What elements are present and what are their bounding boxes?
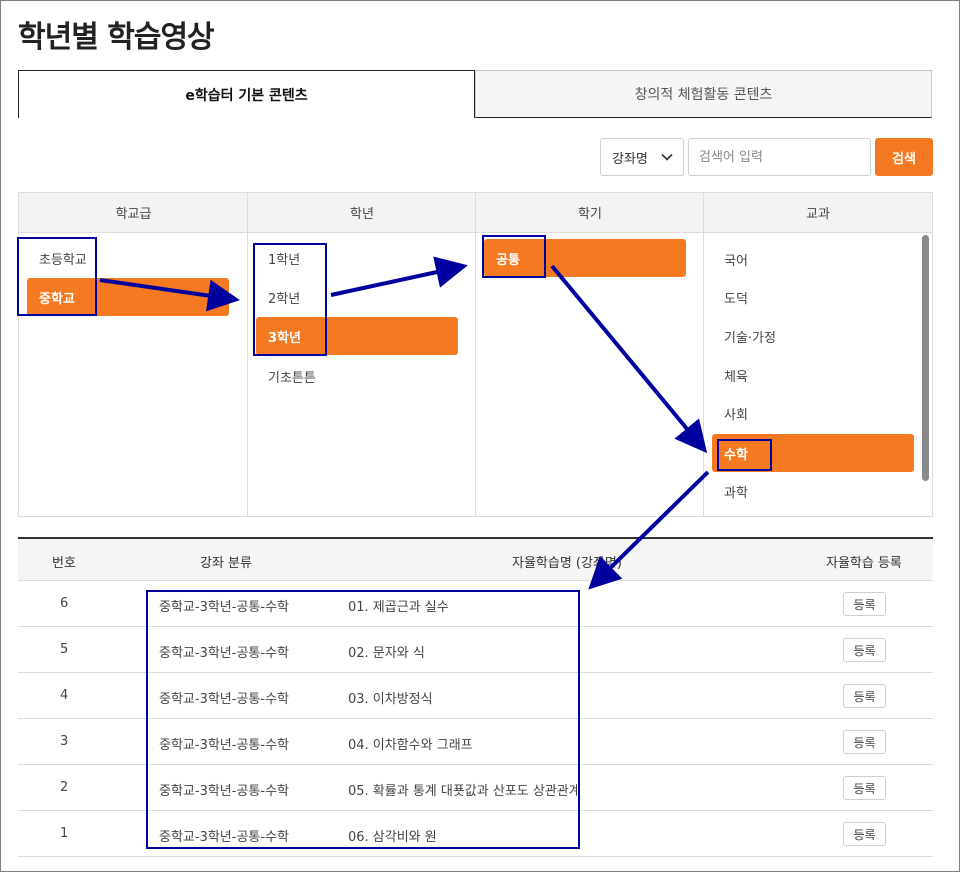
table-header: 번호 강좌 분류 자율학습명 (강좌명) 자율학습 등록: [18, 537, 933, 581]
register-button[interactable]: 등록: [843, 776, 886, 800]
row-number: 2: [60, 780, 69, 795]
tab-basic-contents[interactable]: e학습터 기본 콘텐츠: [18, 70, 475, 118]
register-button[interactable]: 등록: [843, 684, 886, 708]
grade-option-basic[interactable]: 기초튼튼: [256, 357, 458, 395]
subject-option-pe[interactable]: 체육: [712, 356, 914, 394]
highlight-semester: [482, 235, 546, 278]
chevron-down-icon: [661, 153, 673, 161]
search-type-value: 강좌명: [612, 151, 648, 167]
register-button[interactable]: 등록: [843, 730, 886, 754]
header-register: 자율학습 등록: [826, 556, 902, 571]
row-number: 1: [60, 826, 69, 841]
search-button[interactable]: 검색: [875, 138, 933, 176]
column-divider: [247, 193, 248, 516]
column-divider: [475, 193, 476, 516]
header-category: 강좌 분류: [200, 556, 252, 571]
row-number: 4: [60, 688, 69, 703]
register-button[interactable]: 등록: [843, 638, 886, 662]
header-course-title: 자율학습명 (강좌명): [512, 556, 622, 571]
category-filter: 학교급 학년 학기 교과 초등학교 중학교 1학년 2학년 3학년 기초튼튼 공…: [18, 192, 933, 517]
subject-option-science[interactable]: 과학: [712, 472, 914, 510]
search-input[interactable]: [688, 138, 871, 176]
highlight-grade: [253, 243, 327, 356]
filter-header-semester: 학기: [476, 193, 704, 233]
register-button[interactable]: 등록: [843, 592, 886, 616]
filter-header-grade: 학년: [248, 193, 476, 233]
row-number: 3: [60, 734, 69, 749]
row-number: 6: [60, 596, 69, 611]
tab-creative-activity-contents[interactable]: 창의적 체험활동 콘텐츠: [475, 70, 932, 118]
highlight-subject: [717, 439, 772, 471]
subject-option-social[interactable]: 사회: [712, 394, 914, 432]
content-tabs: e학습터 기본 콘텐츠 창의적 체험활동 콘텐츠: [18, 70, 932, 118]
column-divider: [703, 193, 704, 516]
page-title: 학년별 학습영상: [18, 20, 215, 55]
filter-header-school-level: 학교급: [19, 193, 248, 233]
subject-scrollbar[interactable]: [922, 235, 929, 481]
filter-header-subject: 교과: [704, 193, 932, 233]
highlight-results: [146, 590, 580, 849]
header-number: 번호: [52, 556, 76, 571]
subject-option-ethics[interactable]: 도덕: [712, 278, 914, 316]
search-type-select[interactable]: 강좌명: [600, 138, 684, 176]
highlight-school-level: [17, 237, 97, 316]
subject-option-tech-home[interactable]: 기술·가정: [712, 317, 914, 355]
register-button[interactable]: 등록: [843, 822, 886, 846]
row-number: 5: [60, 642, 69, 657]
subject-option-korean[interactable]: 국어: [712, 240, 914, 278]
